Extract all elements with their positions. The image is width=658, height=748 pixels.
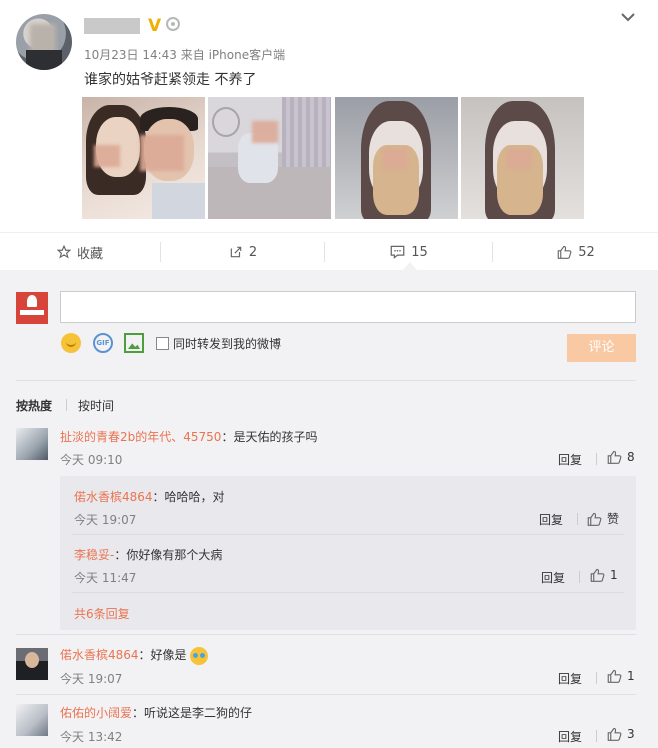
replier-name[interactable]: 偌水香槟4864 [74,490,153,504]
image-icon[interactable] [124,333,144,353]
comment-icon [390,245,405,259]
comment-time: 今天 09:10 [60,453,123,467]
post-action-bar: 收藏 2 15 52 [0,232,658,270]
commenter-name[interactable]: 佑佑的小阔爱 [60,706,132,720]
repost-count: 2 [248,244,258,260]
repost-icon [230,246,242,258]
comment-like-count: 3 [627,727,635,741]
repost-button[interactable]: 2 [162,233,324,271]
post-photo[interactable] [208,97,331,219]
reply-time: 今天 11:47 [74,571,137,585]
replier-name[interactable]: 李稳妥- [74,548,114,562]
reply-item: 李稳妥-：你好像有那个大病 [74,546,222,563]
reply-item: 偌水香槟4864：哈哈哈，对 [74,488,225,505]
comment-time: 今天 13:42 [60,730,123,744]
commenter-name[interactable]: 扯淡的青春2b的年代、45750 [60,430,221,444]
reply-like-count: 1 [610,568,618,582]
comment-like-button[interactable]: 1 [607,669,635,683]
thumbs-up-icon [607,727,622,741]
comment-like-count: 8 [627,450,635,464]
favorite-button[interactable]: 收藏 [0,233,160,271]
chevron-down-icon[interactable] [620,10,636,24]
thumbs-up-icon [607,450,622,464]
repost-checkbox[interactable] [156,337,169,350]
gif-icon[interactable]: GIF [93,333,113,353]
commenter-avatar[interactable] [16,428,48,460]
reply-text: ：哈哈哈，对 [152,490,225,504]
commenter-avatar[interactable] [16,648,48,680]
reply-like-button[interactable]: 赞 [587,510,619,527]
post-photo[interactable] [82,97,205,219]
commenter-name[interactable]: 偌水香槟4864 [60,648,139,662]
comment-pointer [403,262,417,270]
sort-by-hot[interactable]: 按热度 [16,397,52,414]
star-icon [56,245,71,259]
favorite-label: 收藏 [76,246,103,262]
submit-comment-button[interactable]: 评论 [567,334,636,362]
post-meta: 10月23日 14:43 来自 iPhone客户端 [84,48,286,62]
current-user-avatar[interactable] [16,292,48,324]
reply-button[interactable]: 回复 [558,451,582,468]
reply-like-button[interactable]: 1 [590,568,618,582]
comment-text: ：是天佑的孩子吗 [221,430,318,444]
comment-like-count: 1 [627,669,635,683]
sort-by-time[interactable]: 按时间 [78,397,114,414]
comment-like-button[interactable]: 3 [607,727,635,741]
comment-text: ：听说这是李二狗的仔 [132,706,253,720]
comment-time: 今天 19:07 [60,672,123,686]
weibo-post: V 10月23日 14:43 来自 iPhone客户端 谁家的姑爷赶紧领走 不养… [0,0,658,272]
thumbs-up-icon [587,512,602,526]
commenter-avatar[interactable] [16,704,48,736]
post-text: 谁家的姑爷赶紧领走 不养了 [84,72,257,88]
author-avatar[interactable] [16,14,72,70]
thumbs-up-icon [557,245,572,259]
post-photo[interactable] [335,97,458,219]
author-name-redacted[interactable] [84,18,140,34]
comment-section: GIF 同时转发到我的微博 评论 按热度 按时间 扯淡的青春2b的年代、4575… [0,270,658,748]
comment-text: ：好像是 [138,648,187,662]
verified-badge-icon: V [148,16,162,36]
post-photo[interactable] [461,97,584,219]
thumbs-up-icon [590,568,605,582]
reply-button[interactable]: 回复 [541,569,565,586]
comment-count: 15 [411,244,428,260]
thumbs-up-icon [607,669,622,683]
comment-input[interactable] [60,291,636,323]
reply-thread: 偌水香槟4864：哈哈哈，对 今天 19:07 回复 赞 李稳妥-：你好像有那个… [60,476,636,630]
more-replies-link[interactable]: 共6条回复 [74,605,130,622]
reply-like-count: 赞 [607,512,620,526]
emoji-icon[interactable] [61,333,81,353]
comment-like-button[interactable]: 8 [607,450,635,464]
like-button[interactable]: 52 [494,233,658,271]
reply-time: 今天 19:07 [74,513,137,527]
reply-text: ：你好像有那个大病 [114,548,223,562]
comment-item: 偌水香槟4864：好像是 [60,646,209,665]
reply-button[interactable]: 回复 [539,511,563,528]
post-photos [82,97,584,219]
comment-item: 佑佑的小阔爱：听说这是李二狗的仔 [60,704,252,721]
member-icon [166,17,180,31]
reply-button[interactable]: 回复 [558,670,582,687]
comment-item: 扯淡的青春2b的年代、45750：是天佑的孩子吗 [60,428,317,445]
repost-option-label: 同时转发到我的微博 [173,337,282,351]
laughing-emoji-icon [190,646,209,665]
reply-button[interactable]: 回复 [558,728,582,745]
like-count: 52 [578,244,595,260]
